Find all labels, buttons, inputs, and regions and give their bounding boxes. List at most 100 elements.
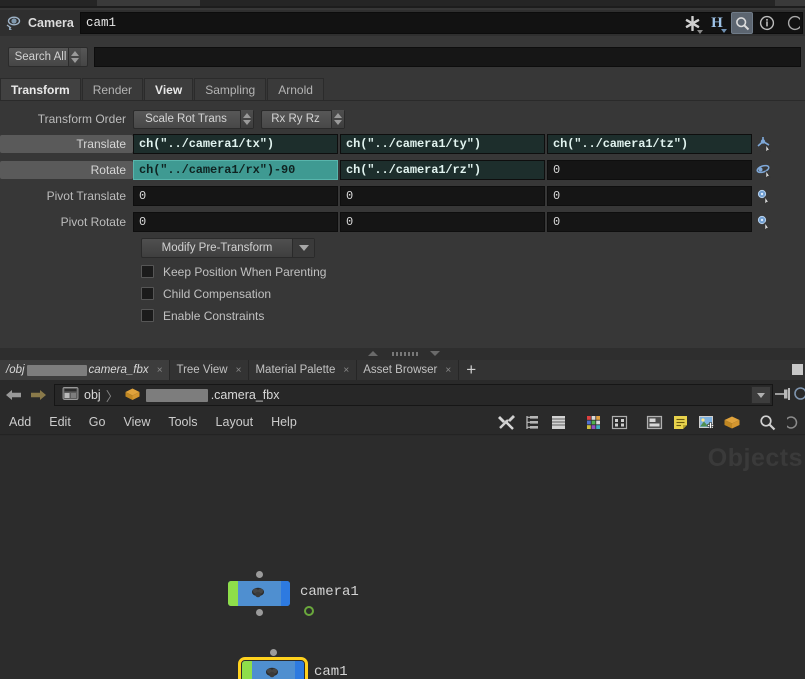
menu-add[interactable]: Add xyxy=(0,410,40,435)
rotate-y-field[interactable]: ch("../camera1/rz") xyxy=(340,160,545,180)
network-tab-asset-browser[interactable]: Asset Browser × xyxy=(357,360,460,380)
network-canvas[interactable]: Objects camera1 cam1 xyxy=(0,436,805,679)
translate-y-field[interactable]: ch("../camera1/ty") xyxy=(340,134,545,154)
sticky-note-icon[interactable] xyxy=(669,412,691,434)
pivot-translate-z-field[interactable]: 0 xyxy=(547,186,752,206)
add-tab-button[interactable]: + xyxy=(459,360,483,380)
field-value: 0 xyxy=(553,189,561,203)
breadcrumb-leaf[interactable]: .camera_fbx xyxy=(124,387,279,404)
pin-icon[interactable] xyxy=(774,387,792,404)
pivot-translate-handle-icon[interactable] xyxy=(752,186,776,206)
splitter-collapse-down-icon[interactable] xyxy=(430,351,440,356)
menu-layout[interactable]: Layout xyxy=(207,410,263,435)
breadcrumb-dropdown-icon[interactable] xyxy=(751,386,771,404)
houdini-h-icon[interactable]: H xyxy=(706,12,728,34)
network-tab-strip: /obj camera_fbx × Tree View × Material P… xyxy=(0,360,805,380)
network-tab-material-palette[interactable]: Material Palette × xyxy=(249,360,358,380)
search-icon[interactable] xyxy=(756,412,778,434)
translate-handle-icon[interactable] xyxy=(752,134,776,154)
pivot-rotate-y-field[interactable]: 0 xyxy=(340,212,545,232)
menu-edit[interactable]: Edit xyxy=(40,410,80,435)
checkbox-box[interactable] xyxy=(141,287,154,300)
rotate-handle-icon[interactable] xyxy=(752,160,776,180)
tab-arnold[interactable]: Arnold xyxy=(267,78,324,100)
network-node-cam1[interactable]: cam1 xyxy=(238,649,348,679)
tab-transform[interactable]: Transform xyxy=(0,78,81,100)
info-icon[interactable] xyxy=(756,12,778,34)
transform-order-menu[interactable]: Scale Rot Trans xyxy=(133,109,254,129)
node-output-connector[interactable] xyxy=(256,609,263,616)
pivot-rotate-z-field[interactable]: 0 xyxy=(547,212,752,232)
checkbox-enable-constraints[interactable]: Enable Constraints xyxy=(141,307,264,324)
pivot-translate-x-field[interactable]: 0 xyxy=(133,186,338,206)
checkbox-box[interactable] xyxy=(141,309,154,322)
checkbox-keep-position[interactable]: Keep Position When Parenting xyxy=(141,263,326,280)
node-input-connector[interactable] xyxy=(270,649,277,656)
network-tab-prefix: /obj xyxy=(6,364,25,376)
search-scope-stepper[interactable] xyxy=(68,48,82,66)
layout-panes-icon[interactable] xyxy=(643,412,665,434)
rotate-x-field[interactable]: ch("../camera1/rx")-90 xyxy=(133,160,338,180)
network-tab-label: Tree View xyxy=(176,364,228,376)
menu-tools[interactable]: Tools xyxy=(159,410,206,435)
pivot-rotate-x-field[interactable]: 0 xyxy=(133,212,338,232)
node-body[interactable] xyxy=(228,571,290,616)
pivot-rotate-handle-icon[interactable] xyxy=(752,212,776,232)
tools-wrench-icon[interactable] xyxy=(495,412,517,434)
translate-x-field[interactable]: ch("../camera1/tx") xyxy=(133,134,338,154)
rotate-z-field[interactable]: 0 xyxy=(547,160,752,180)
network-tab-obj-camera-fbx[interactable]: /obj camera_fbx × xyxy=(0,360,171,380)
field-value: 0 xyxy=(346,215,354,229)
rotate-order-menu[interactable]: Rx Ry Rz xyxy=(261,109,345,129)
breadcrumb-row: obj 〉 .camera_fbx xyxy=(0,382,805,408)
more-options-icon[interactable] xyxy=(793,387,805,403)
tab-view[interactable]: View xyxy=(144,78,194,100)
camera-node-icon xyxy=(4,12,26,34)
add-image-icon[interactable] xyxy=(695,412,717,434)
network-tab-tree-view[interactable]: Tree View × xyxy=(170,360,250,380)
color-grid-icon[interactable] xyxy=(582,412,604,434)
camera-node-glyph xyxy=(250,586,267,600)
node-input-connector[interactable] xyxy=(256,571,263,578)
gear-icon[interactable] xyxy=(681,12,703,34)
checkbox-label: Child Compensation xyxy=(163,286,272,301)
rotate-order-stepper[interactable] xyxy=(331,110,344,128)
pane-splitter[interactable] xyxy=(0,348,805,360)
network-tab-suffix: camera_fbx xyxy=(88,364,149,376)
node-header-bar: Camera cam1 H xyxy=(0,10,805,36)
dots-grid-icon[interactable] xyxy=(608,412,630,434)
tab-render[interactable]: Render xyxy=(81,78,144,100)
display-flag[interactable] xyxy=(304,606,314,616)
close-icon[interactable]: × xyxy=(445,365,451,376)
breadcrumb-root[interactable]: obj xyxy=(55,386,101,404)
more-icon[interactable] xyxy=(782,412,804,434)
menu-go[interactable]: Go xyxy=(80,410,115,435)
menu-help[interactable]: Help xyxy=(262,410,306,435)
splitter-collapse-up-icon[interactable] xyxy=(368,351,378,356)
checkbox-box[interactable] xyxy=(141,265,154,278)
menu-view[interactable]: View xyxy=(114,410,159,435)
field-value: ch("../camera1/tz") xyxy=(553,137,688,151)
nav-forward-icon[interactable] xyxy=(28,385,48,405)
pre-transform-menu[interactable]: Modify Pre-Transform xyxy=(141,238,315,258)
subnet-box-icon[interactable] xyxy=(721,412,743,434)
close-icon[interactable]: × xyxy=(343,365,349,376)
transform-order-stepper[interactable] xyxy=(240,110,253,128)
pivot-translate-y-field[interactable]: 0 xyxy=(340,186,545,206)
help-icon[interactable] xyxy=(781,12,803,34)
checkbox-child-compensation[interactable]: Child Compensation xyxy=(141,285,271,302)
tree-list-icon[interactable] xyxy=(521,412,543,434)
search-icon[interactable] xyxy=(731,12,753,34)
nav-back-icon[interactable] xyxy=(4,385,24,405)
close-icon[interactable]: × xyxy=(157,365,163,376)
breadcrumb[interactable]: obj 〉 .camera_fbx xyxy=(54,384,773,406)
close-icon[interactable]: × xyxy=(236,365,242,376)
splitter-grip[interactable] xyxy=(392,352,420,356)
network-node-camera1[interactable]: camera1 xyxy=(228,571,359,616)
search-scope-button[interactable]: Search All xyxy=(8,47,88,67)
node-body[interactable] xyxy=(238,649,308,679)
translate-z-field[interactable]: ch("../camera1/tz") xyxy=(547,134,752,154)
tab-sampling[interactable]: Sampling xyxy=(194,78,267,100)
list-layers-icon[interactable] xyxy=(547,412,569,434)
search-input[interactable] xyxy=(94,47,801,67)
